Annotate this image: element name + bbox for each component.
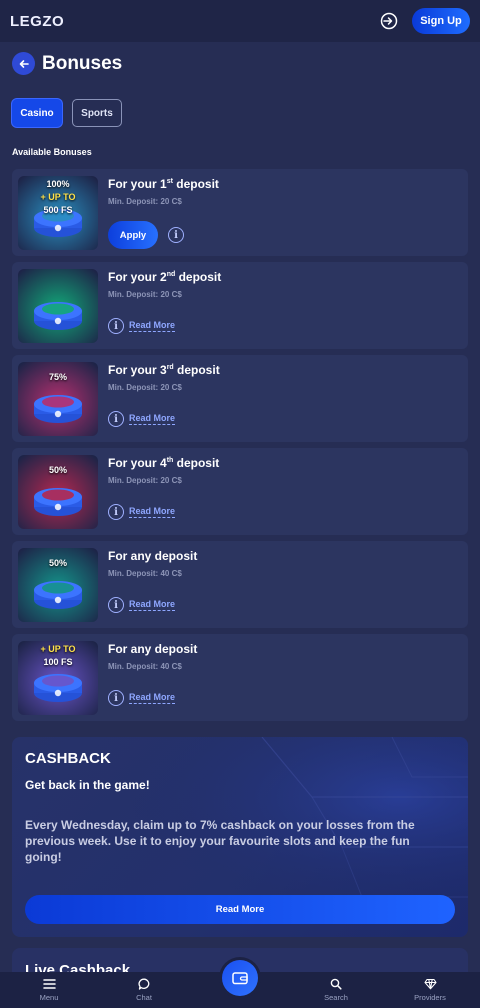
bonus-illustration xyxy=(18,269,98,343)
bonus-title-text: For any deposit xyxy=(108,549,198,563)
info-icon: i xyxy=(108,504,124,520)
read-more-label: Read More xyxy=(129,599,176,611)
bonus-title-suffix: deposit xyxy=(172,177,219,191)
wallet-button[interactable] xyxy=(222,960,258,996)
nav-search-label: Search xyxy=(324,993,348,1002)
read-more-link[interactable]: i Read More xyxy=(108,690,176,706)
read-more-label: Read More xyxy=(129,320,176,332)
bonus-card: 100% + UP TO 500 FS For your 1st deposit Min… xyxy=(12,169,468,256)
nav-chat[interactable]: Chat xyxy=(114,978,174,1002)
cashback-card: CASHBACK Get back in the game! Every Wed… xyxy=(12,737,468,937)
section-heading: Available Bonuses xyxy=(12,147,92,157)
search-icon xyxy=(330,978,342,990)
cashback-subtitle: Get back in the game! xyxy=(25,778,150,792)
page-title: Bonuses xyxy=(42,52,123,74)
nav-menu-label: Menu xyxy=(39,993,59,1002)
top-bar: LEGZO Sign Up xyxy=(0,0,480,42)
info-icon: i xyxy=(108,690,124,706)
nav-menu[interactable]: Menu xyxy=(19,978,79,1002)
bonus-min-deposit: Min. Deposit: 40 C$ xyxy=(108,569,182,578)
bonus-title: For your 2nd deposit xyxy=(108,270,221,284)
read-more-label: Read More xyxy=(129,692,176,704)
tab-sports[interactable]: Sports xyxy=(72,99,122,127)
bonus-thumbnail: + UP TO 100 FS xyxy=(18,641,98,715)
bonus-title: For your 4th deposit xyxy=(108,456,219,470)
bonus-title-suffix: deposit xyxy=(173,363,220,377)
nav-search[interactable]: Search xyxy=(306,978,366,1002)
diamond-icon xyxy=(423,978,437,990)
bonus-min-deposit: Min. Deposit: 40 C$ xyxy=(108,662,182,671)
cashback-read-more-button[interactable]: Read More xyxy=(25,895,455,924)
bonus-card: + UP TO 100 FS For any deposit Min. Deposit… xyxy=(12,634,468,721)
login-icon[interactable] xyxy=(380,12,398,30)
bonus-title-text: For your 3 xyxy=(108,363,167,377)
read-more-label: Read More xyxy=(129,506,176,518)
info-icon: i xyxy=(108,597,124,613)
bonus-title: For your 3rd deposit xyxy=(108,363,220,377)
info-icon: i xyxy=(108,318,124,334)
chat-icon xyxy=(137,978,149,990)
bonus-title-ordinal: nd xyxy=(166,271,176,278)
bonus-thumbnail xyxy=(18,269,98,343)
bonus-list: 100% + UP TO 500 FS For your 1st deposit Min… xyxy=(12,169,468,727)
bonus-card: 50% For your 4th deposit Min. Deposit: 20 … xyxy=(12,448,468,535)
bonus-min-deposit: Min. Deposit: 20 C$ xyxy=(108,383,182,392)
bonus-thumbnail-text: 75% xyxy=(48,372,67,382)
nav-providers[interactable]: Providers xyxy=(400,978,460,1002)
bonus-title-text: For your 1 xyxy=(108,177,167,191)
bonus-card: 50% For any deposit Min. Deposit: 40 C$ i Re… xyxy=(12,541,468,628)
bonus-title: For your 1st deposit xyxy=(108,177,219,191)
bonus-title-suffix: deposit xyxy=(173,456,220,470)
back-button[interactable] xyxy=(12,52,35,75)
read-more-link[interactable]: i Read More xyxy=(108,318,176,334)
read-more-link[interactable]: i Read More xyxy=(108,504,176,520)
bonus-title-suffix: deposit xyxy=(175,270,222,284)
bonus-thumbnail-text: + UP TO xyxy=(40,192,76,202)
bonus-title-text: For your 2 xyxy=(108,270,167,284)
bonus-thumbnail-text: 500 FS xyxy=(43,205,73,215)
bonus-thumbnail-text: + UP TO xyxy=(40,644,76,654)
bonus-card: For your 2nd deposit Min. Deposit: 20 C$ i… xyxy=(12,262,468,349)
bonus-thumbnail-text: 50% xyxy=(48,558,67,568)
bonus-thumbnail: 50% xyxy=(18,455,98,529)
menu-icon xyxy=(42,979,56,989)
bonus-min-deposit: Min. Deposit: 20 C$ xyxy=(108,290,182,299)
cashback-description: Every Wednesday, claim up to 7% cashback… xyxy=(25,818,415,864)
bonus-tabs: Casino Sports xyxy=(12,99,122,127)
cashback-title: CASHBACK xyxy=(25,750,111,767)
signup-button[interactable]: Sign Up xyxy=(412,8,470,34)
top-actions: Sign Up xyxy=(380,8,470,34)
apply-button[interactable]: Apply xyxy=(108,221,158,249)
bonus-title-ordinal: rd xyxy=(166,364,174,371)
bonus-title: For any deposit xyxy=(108,642,197,656)
bonus-title-text: For your 4 xyxy=(108,456,167,470)
bonus-thumbnail: 75% xyxy=(18,362,98,436)
bonus-min-deposit: Min. Deposit: 20 C$ xyxy=(108,476,182,485)
info-icon: i xyxy=(108,411,124,427)
bonus-thumbnail-text: 100 FS xyxy=(43,657,73,667)
read-more-link[interactable]: i Read More xyxy=(108,411,176,427)
logo[interactable]: LEGZO xyxy=(10,13,64,30)
bonus-thumbnail: 100% + UP TO 500 FS xyxy=(18,176,98,250)
read-more-link[interactable]: i Read More xyxy=(108,597,176,613)
bonus-thumbnail: 50% xyxy=(18,548,98,622)
page-header: Bonuses xyxy=(12,52,122,75)
arrow-left-icon xyxy=(19,59,29,68)
nav-providers-label: Providers xyxy=(414,993,446,1002)
bonus-thumbnail-text: 50% xyxy=(48,465,67,475)
tab-casino[interactable]: Casino xyxy=(12,99,62,127)
info-icon[interactable]: i xyxy=(168,227,184,243)
bonus-min-deposit: Min. Deposit: 20 C$ xyxy=(108,197,182,206)
bonus-thumbnail-text: 100% xyxy=(46,179,70,189)
read-more-label: Read More xyxy=(129,413,176,425)
bonus-title: For any deposit xyxy=(108,549,197,563)
wallet-icon xyxy=(232,972,248,985)
nav-chat-label: Chat xyxy=(136,993,152,1002)
bonus-card: 75% For your 3rd deposit Min. Deposit: 20 … xyxy=(12,355,468,442)
bonus-title-text: For any deposit xyxy=(108,642,198,656)
